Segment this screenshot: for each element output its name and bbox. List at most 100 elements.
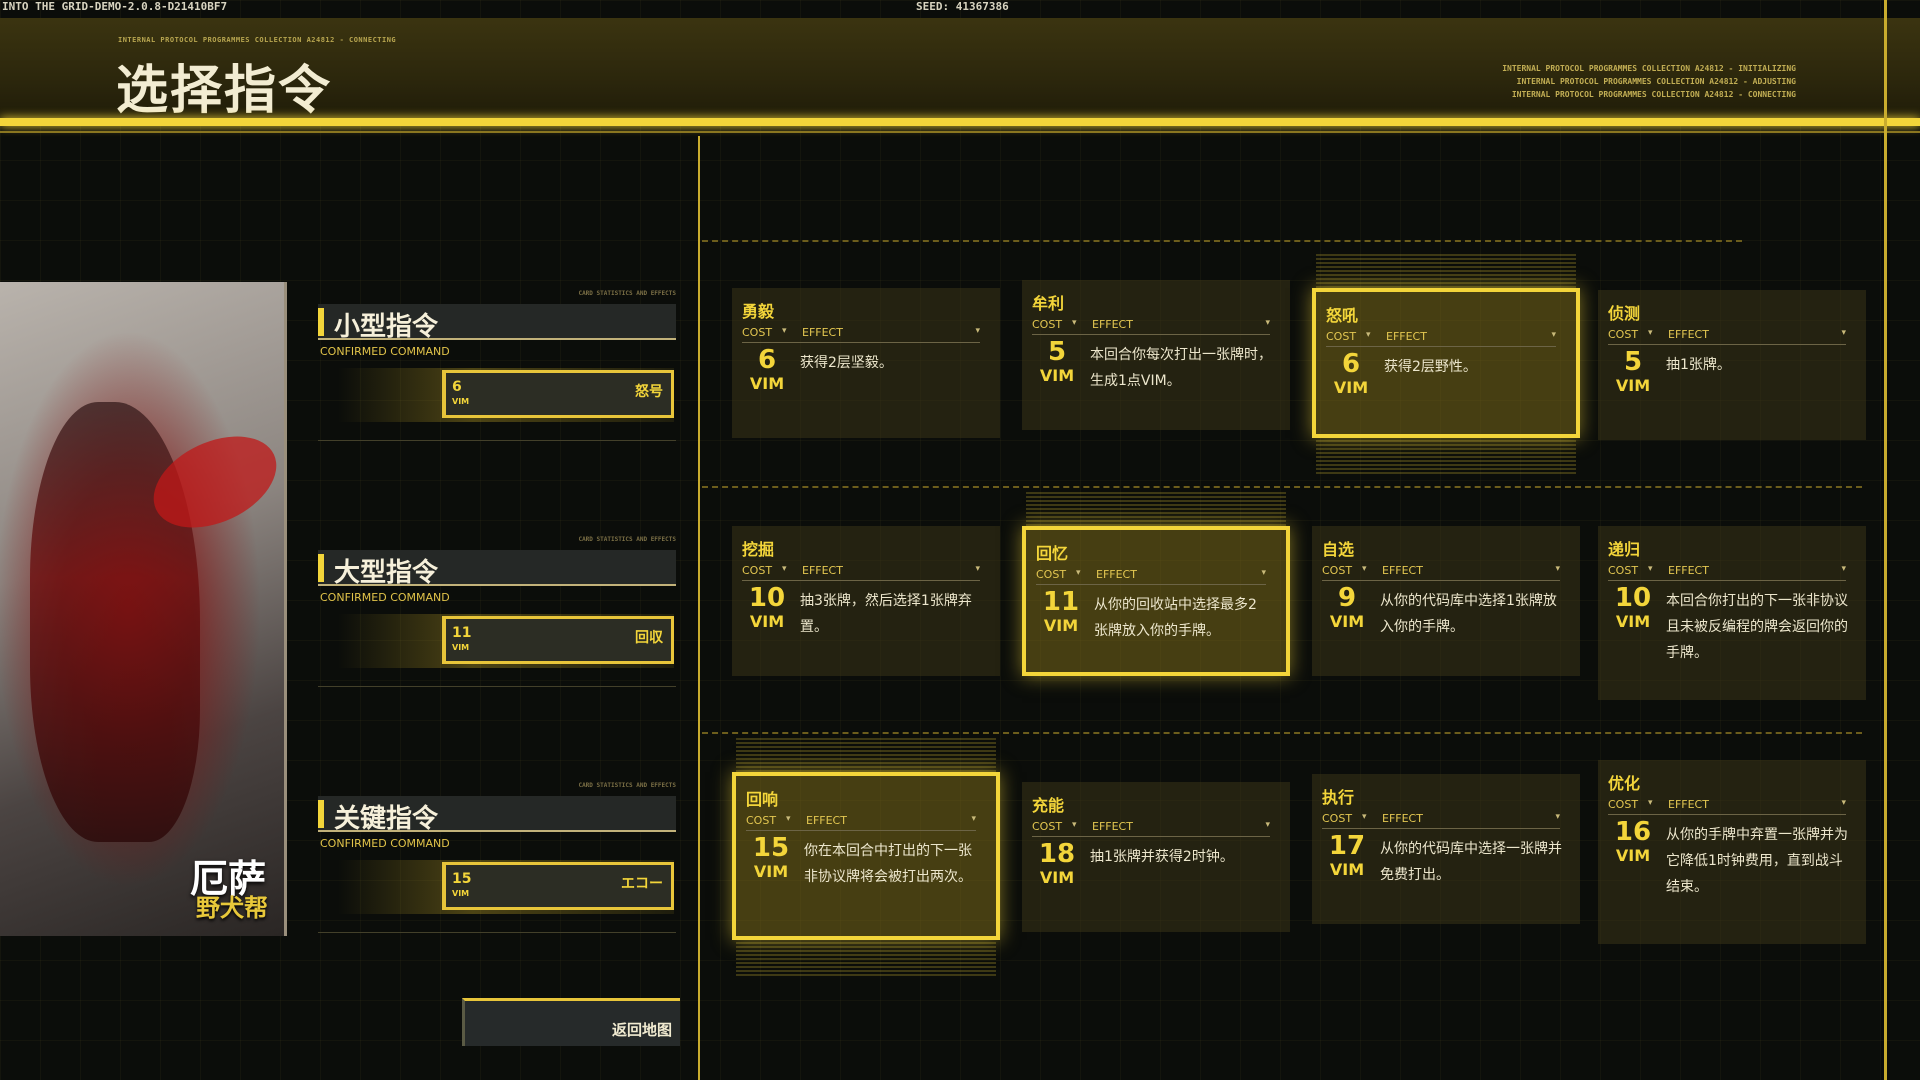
card-description: 抽1张牌。 (1666, 357, 1731, 373)
card-option-selected[interactable]: 回忆 COST ▾ EFFECT ▾ 11 VIM 从你的回收站中选择最多2张牌… (1022, 490, 1290, 676)
card-option[interactable]: 挖掘 COST ▾ EFFECT ▾ 10 VIM 抽3张牌，然后选择1张牌弃置… (732, 526, 1000, 676)
selected-card-small[interactable]: 6 VIM 怒号 (442, 370, 674, 418)
seed-readout: SEED: 41367386 (916, 0, 1009, 13)
effect-label: EFFECT (1382, 812, 1423, 825)
chevron-down-icon: ▾ (1648, 798, 1653, 808)
card-name: 回忆 (1036, 544, 1069, 563)
card-vim: VIM (1043, 616, 1079, 635)
chevron-down-icon: ▾ (1555, 812, 1560, 822)
card-vim: VIM (1615, 846, 1651, 865)
selection-halo (1316, 434, 1576, 474)
slot-caption: CARD STATISTICS AND EFFECTS (578, 536, 676, 543)
card-option[interactable]: 自选 COST ▾ EFFECT ▾ 9 VIM 从你的代码库中选择1张牌放入你… (1312, 526, 1580, 676)
card-option[interactable]: 勇毅 COST ▾ EFFECT ▾ 6 VIM 获得2层坚毅。 (732, 288, 1000, 438)
cost-label: COST (1326, 330, 1357, 343)
card-vim: VIM (1615, 376, 1651, 395)
chevron-down-icon: ▾ (975, 326, 980, 336)
cost-label: COST (1608, 564, 1639, 577)
effect-label: EFFECT (802, 564, 843, 577)
card-option[interactable]: 执行 COST ▾ EFFECT ▾ 17 VIM 从你的代码库中选择一张牌并免… (1312, 774, 1580, 924)
chevron-down-icon: ▾ (1841, 564, 1846, 574)
slot-large-command: CARD STATISTICS AND EFFECTS 大型指令 CONFIRM… (318, 536, 676, 696)
selected-card-name: 回収 (635, 630, 663, 646)
card-description: 从你的回收站中选择最多2张牌放入你的手牌。 (1094, 597, 1257, 639)
selection-halo (1316, 252, 1576, 292)
card-name: 牟利 (1032, 294, 1065, 313)
header-divider-thin (0, 131, 1920, 133)
slot-title: 关键指令 (334, 804, 439, 834)
card-vim: VIM (1333, 378, 1369, 397)
title-marker (318, 308, 324, 336)
card-cost: 9 (1337, 583, 1357, 613)
cost-label: COST (1322, 564, 1353, 577)
effect-label: EFFECT (1386, 330, 1427, 343)
title-marker (318, 554, 324, 582)
chevron-down-icon: ▾ (1555, 564, 1560, 574)
character-portrait (0, 282, 287, 936)
slot-title: 大型指令 (334, 558, 439, 588)
chevron-down-icon: ▾ (1362, 564, 1367, 574)
panel-divider (698, 136, 700, 1080)
cost-label: COST (1322, 812, 1353, 825)
chevron-down-icon: ▾ (1261, 568, 1266, 578)
selected-card-large[interactable]: 11 VIM 回収 (442, 616, 674, 664)
title-marker (318, 800, 324, 828)
card-vim: VIM (749, 612, 785, 631)
slot-title: 小型指令 (334, 312, 439, 342)
selected-card-cost: 15 (452, 871, 472, 887)
chevron-down-icon: ▾ (1265, 820, 1270, 830)
chevron-down-icon: ▾ (1362, 812, 1367, 822)
card-name: 自选 (1322, 540, 1355, 559)
card-option-selected[interactable]: 回响 COST ▾ EFFECT ▾ 15 VIM 你在本回合中打出的下一张非协… (732, 736, 1000, 976)
slot-caption: CARD STATISTICS AND EFFECTS (578, 290, 676, 297)
chevron-down-icon: ▾ (1072, 820, 1077, 830)
card-name: 优化 (1608, 774, 1641, 793)
card-cost: 6 (757, 345, 777, 375)
card-option[interactable]: 递归 COST ▾ EFFECT ▾ 10 VIM 本回合你打出的下一张非协议且… (1598, 526, 1866, 700)
card-description: 获得2层野性。 (1384, 359, 1477, 375)
protocol-line: INTERNAL PROTOCOL PROGRAMMES COLLECTION … (1511, 90, 1796, 99)
effect-label: EFFECT (1382, 564, 1423, 577)
effect-label: EFFECT (1668, 328, 1709, 341)
selected-card-key[interactable]: 15 VIM エコー (442, 862, 674, 910)
selected-card-vim: VIM (452, 643, 470, 652)
card-name: 充能 (1032, 796, 1065, 815)
card-header-row: COST ▾ EFFECT ▾ (1032, 820, 1270, 837)
row-divider (702, 486, 1862, 488)
card-vim: VIM (1039, 868, 1075, 887)
card-vim: VIM (1329, 860, 1365, 879)
slot-title-bar: 大型指令 (318, 550, 676, 588)
return-to-map-button[interactable]: 返回地图 (462, 998, 680, 1046)
slot-subtitle: CONFIRMED COMMAND (320, 345, 450, 358)
selection-halo (736, 936, 996, 976)
card-vim: VIM (1039, 366, 1075, 385)
card-option[interactable]: 充能 COST ▾ EFFECT ▾ 18 VIM 抽1张牌并获得2时钟。 (1022, 782, 1290, 932)
card-header-row: COST ▾ EFFECT ▾ (1608, 328, 1846, 345)
card-description: 从你的代码库中选择一张牌并免费打出。 (1380, 841, 1562, 883)
card-header-row: COST ▾ EFFECT ▾ (746, 814, 976, 831)
protocol-line: INTERNAL PROTOCOL PROGRAMMES COLLECTION … (1516, 77, 1796, 86)
chevron-down-icon: ▾ (1366, 330, 1371, 340)
card-vim: VIM (749, 374, 785, 393)
cost-label: COST (1036, 568, 1067, 581)
slot-underline (318, 440, 676, 441)
card-description: 本回合你每次打出一张牌时，生成1点VIM。 (1090, 347, 1272, 389)
card-option-selected[interactable]: 怒吼 COST ▾ EFFECT ▾ 6 VIM 获得2层野性。 (1312, 252, 1580, 474)
protocol-status: INTERNAL PROTOCOL PROGRAMMES COLLECTION … (1502, 62, 1796, 101)
selected-card-vim: VIM (452, 889, 470, 898)
card-option[interactable]: 侦测 COST ▾ EFFECT ▾ 5 VIM 抽1张牌。 (1598, 290, 1866, 440)
slot-title-bar: 小型指令 (318, 304, 676, 342)
cost-label: COST (1608, 798, 1639, 811)
card-description: 抽3张牌，然后选择1张牌弃置。 (800, 593, 972, 635)
card-header-row: COST ▾ EFFECT ▾ (1036, 568, 1266, 585)
slot-small-command: CARD STATISTICS AND EFFECTS 小型指令 CONFIRM… (318, 290, 676, 450)
cost-label: COST (1608, 328, 1639, 341)
header-divider (0, 118, 1920, 126)
card-option[interactable]: 牟利 COST ▾ EFFECT ▾ 5 VIM 本回合你每次打出一张牌时，生成… (1022, 280, 1290, 430)
slot-title-bar: 关键指令 (318, 796, 676, 834)
chevron-down-icon: ▾ (1648, 564, 1653, 574)
card-option[interactable]: 优化 COST ▾ EFFECT ▾ 16 VIM 从你的手牌中弃置一张牌并为它… (1598, 760, 1866, 944)
card-vim: VIM (1615, 612, 1651, 631)
card-cost: 15 (752, 833, 790, 863)
chevron-down-icon: ▾ (971, 814, 976, 824)
